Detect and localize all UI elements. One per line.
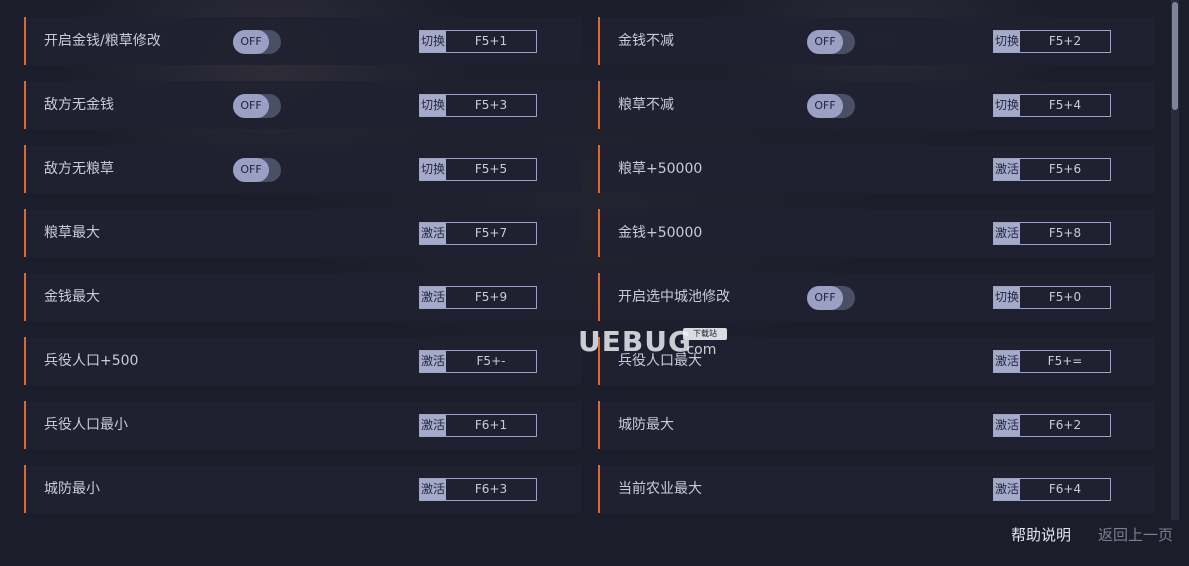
toggle-state-label: OFF [807,286,843,310]
hotkey-field[interactable]: 激活 F5+7 [419,222,537,245]
cheat-label: 开启选中城池修改 [618,289,730,305]
hotkey-field[interactable]: 激活 F6+3 [419,478,537,501]
hotkey-value: F5+4 [1048,98,1082,112]
cheat-label: 金钱+50000 [618,225,703,241]
cheat-label: 开启金钱/粮草修改 [44,33,161,49]
cheat-row: 兵役人口最大 激活 F5+= [598,337,1155,385]
hotkey-mode-label: 切换 [420,95,446,116]
back-link[interactable]: 返回上一页 [1098,524,1173,546]
cheat-row: 开启选中城池修改 OFF 切换 F5+0 [598,273,1155,321]
cheat-row: 粮草最大 激活 F5+7 [24,209,581,257]
hotkey-mode-label: 激活 [994,159,1020,180]
cheat-label: 当前农业最大 [618,481,702,497]
hotkey-field[interactable]: 激活 F6+2 [993,414,1111,437]
hotkey-mode-label: 切换 [994,31,1020,52]
cheat-row: 兵役人口+500 激活 F5+- [24,337,581,385]
hotkey-field[interactable]: 激活 F5+9 [419,286,537,309]
cheat-label: 金钱最大 [44,289,100,305]
hotkey-field[interactable]: 切换 F5+4 [993,94,1111,117]
cheat-toggle[interactable]: OFF [807,286,855,310]
hotkey-mode-label: 激活 [994,479,1020,500]
hotkey-field[interactable]: 切换 F5+5 [419,158,537,181]
hotkey-value: F5+7 [474,226,508,240]
hotkey-mode-label: 切换 [420,159,446,180]
cheat-row: 开启金钱/粮草修改 OFF 切换 F5+1 [24,17,581,65]
cheat-toggle[interactable]: OFF [233,30,281,54]
scrollbar-thumb[interactable] [1172,2,1178,110]
hotkey-field[interactable]: 激活 F5+= [993,350,1111,373]
scrollbar[interactable] [1171,0,1179,520]
toggle-state-label: OFF [233,94,269,118]
cheat-label: 粮草最大 [44,225,100,241]
cheat-label: 金钱不减 [618,33,674,49]
hotkey-mode-label: 激活 [420,351,446,372]
hotkey-mode-label: 激活 [420,287,446,308]
cheat-row: 当前农业最大 激活 F6+4 [598,465,1155,513]
cheat-label: 敌方无金钱 [44,97,114,113]
cheat-label: 粮草不减 [618,97,674,113]
hotkey-field[interactable]: 切换 F5+2 [993,30,1111,53]
toggle-state-label: OFF [233,30,269,54]
hotkey-value: F6+4 [1048,482,1082,496]
hotkey-value: F6+3 [474,482,508,496]
hotkey-mode-label: 激活 [420,479,446,500]
toggle-state-label: OFF [233,158,269,182]
cheat-label: 兵役人口最大 [618,353,702,369]
cheat-toggle[interactable]: OFF [807,94,855,118]
hotkey-mode-label: 切换 [994,287,1020,308]
cheat-label: 敌方无粮草 [44,161,114,177]
hotkey-value: F5+5 [474,162,508,176]
hotkey-mode-label: 切换 [420,31,446,52]
cheat-label: 粮草+50000 [618,161,703,177]
hotkey-value: F5+3 [474,98,508,112]
hotkey-mode-label: 激活 [420,415,446,436]
toggle-state-label: OFF [807,30,843,54]
hotkey-field[interactable]: 激活 F5+- [419,350,537,373]
hotkey-value: F5+6 [1048,162,1082,176]
hotkey-mode-label: 激活 [994,223,1020,244]
cheat-row: 敌方无金钱 OFF 切换 F5+3 [24,81,581,129]
cheat-row: 城防最大 激活 F6+2 [598,401,1155,449]
cheat-row: 敌方无粮草 OFF 切换 F5+5 [24,145,581,193]
hotkey-value: F5+2 [1048,34,1082,48]
cheat-row: 金钱+50000 激活 F5+8 [598,209,1155,257]
hotkey-value: F5+8 [1048,226,1082,240]
hotkey-value: F6+1 [474,418,508,432]
toggle-state-label: OFF [807,94,843,118]
cheat-toggle[interactable]: OFF [233,158,281,182]
cheat-row: 金钱不减 OFF 切换 F5+2 [598,17,1155,65]
hotkey-field[interactable]: 切换 F5+3 [419,94,537,117]
cheat-label: 兵役人口最小 [44,417,128,433]
cheat-label: 城防最小 [44,481,100,497]
hotkey-value: F5+0 [1048,290,1082,304]
cheat-row: 兵役人口最小 激活 F6+1 [24,401,581,449]
hotkey-value: F5+- [476,354,506,368]
hotkey-field[interactable]: 激活 F6+1 [419,414,537,437]
hotkey-field[interactable]: 激活 F6+4 [993,478,1111,501]
hotkey-value: F5+9 [474,290,508,304]
hotkey-value: F6+2 [1048,418,1082,432]
cheat-toggle[interactable]: OFF [233,94,281,118]
hotkey-mode-label: 切换 [994,95,1020,116]
cheat-row: 金钱最大 激活 F5+9 [24,273,581,321]
cheat-row: 粮草不减 OFF 切换 F5+4 [598,81,1155,129]
cheat-row: 城防最小 激活 F6+3 [24,465,581,513]
hotkey-field[interactable]: 切换 F5+1 [419,30,537,53]
hotkey-mode-label: 激活 [994,415,1020,436]
help-link[interactable]: 帮助说明 [1011,524,1071,546]
hotkey-field[interactable]: 激活 F5+6 [993,158,1111,181]
cheat-label: 兵役人口+500 [44,353,139,369]
hotkey-value: F5+= [1047,354,1083,368]
cheat-toggle[interactable]: OFF [807,30,855,54]
hotkey-mode-label: 激活 [994,351,1020,372]
cheat-row: 粮草+50000 激活 F5+6 [598,145,1155,193]
hotkey-field[interactable]: 激活 F5+8 [993,222,1111,245]
hotkey-field[interactable]: 切换 F5+0 [993,286,1111,309]
hotkey-mode-label: 激活 [420,223,446,244]
hotkey-value: F5+1 [474,34,508,48]
cheat-label: 城防最大 [618,417,674,433]
